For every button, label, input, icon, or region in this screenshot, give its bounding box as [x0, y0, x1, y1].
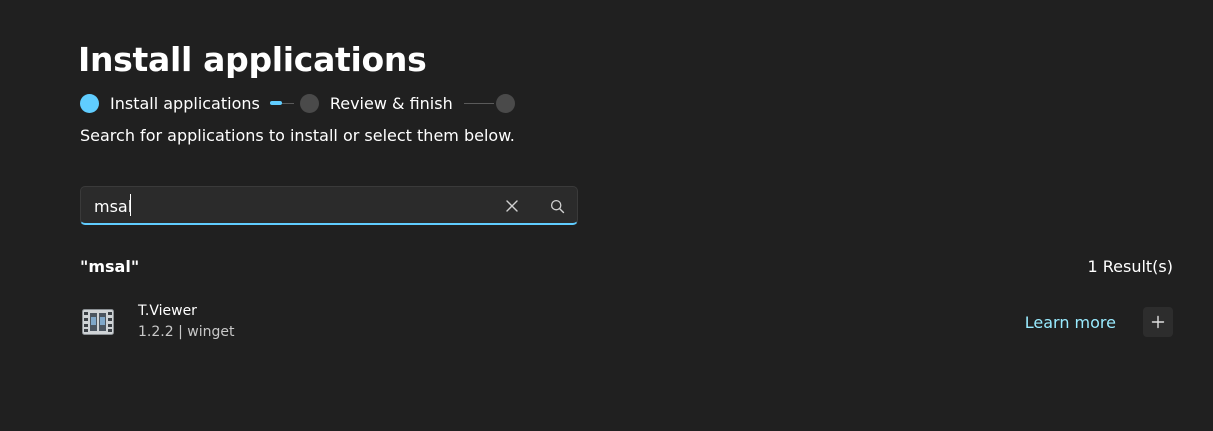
clear-search-button[interactable] — [502, 196, 522, 216]
step-connector-1 — [269, 101, 294, 105]
step-1-indicator — [80, 93, 99, 113]
result-count: 1 Result(s) — [1087, 257, 1173, 276]
search-query-label: "msal" — [80, 257, 140, 276]
close-icon — [506, 200, 518, 212]
add-app-button[interactable] — [1143, 307, 1173, 337]
step-1-label: Install applications — [110, 93, 260, 113]
list-item[interactable]: T.Viewer 1.2.2 | winget Learn more — [80, 300, 1173, 348]
search-input[interactable] — [94, 194, 484, 218]
step-3-indicator — [495, 93, 515, 113]
search-box[interactable] — [80, 186, 578, 225]
step-connector-progress — [269, 101, 282, 105]
stepper: Install applications Review & finish — [80, 92, 515, 114]
app-name: T.Viewer — [138, 303, 197, 319]
text-caret — [130, 194, 131, 216]
app-version-source: 1.2.2 | winget — [138, 324, 235, 340]
search-button[interactable] — [547, 196, 567, 216]
step-2-indicator — [299, 93, 319, 113]
plus-icon — [1151, 315, 1165, 329]
search-icon — [550, 199, 564, 213]
page-title: Install applications — [78, 40, 427, 79]
learn-more-link[interactable]: Learn more — [1025, 313, 1116, 332]
step-connector-2 — [463, 102, 494, 104]
page-subtitle: Search for applications to install or se… — [80, 126, 515, 145]
install-applications-page: Install applications Install application… — [0, 0, 1213, 431]
film-strip-icon — [82, 309, 114, 335]
step-2-label: Review & finish — [329, 93, 453, 113]
